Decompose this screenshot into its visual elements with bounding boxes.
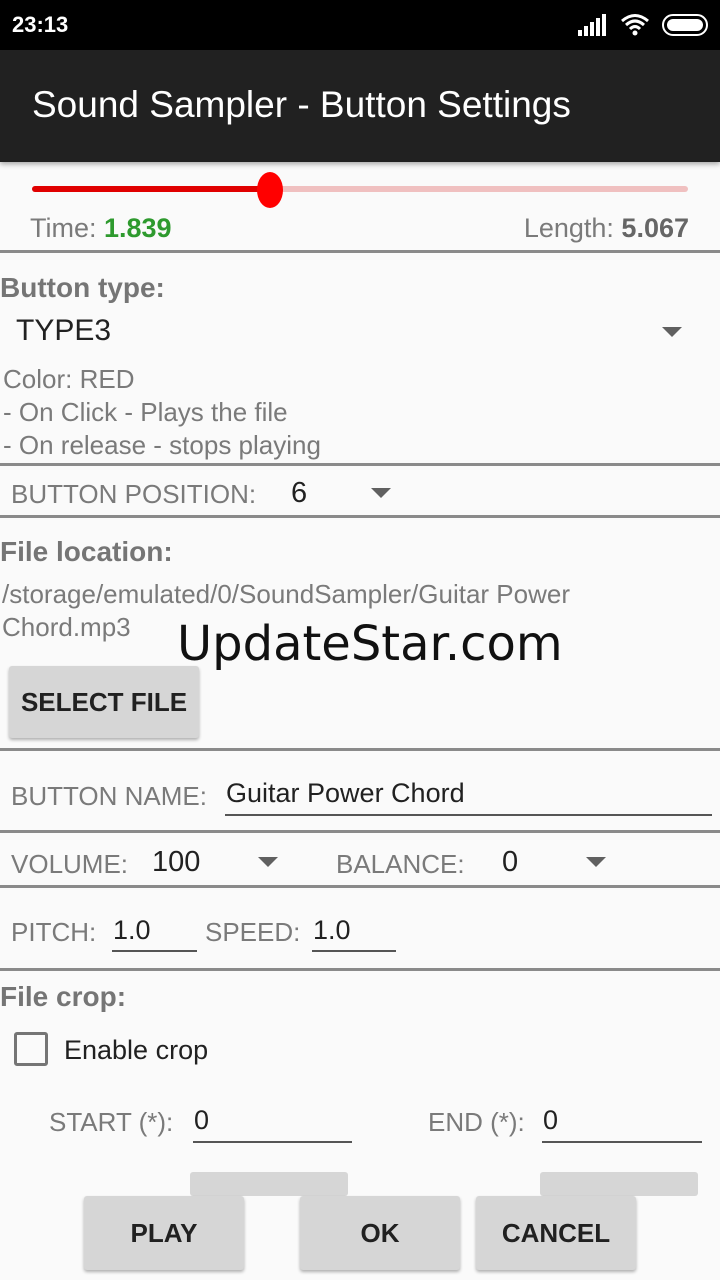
balance-value: 0 — [502, 846, 519, 878]
speed-input[interactable]: 1.0 — [313, 915, 351, 946]
speed-underline — [312, 950, 396, 952]
length-label: Length: — [523, 213, 622, 243]
chevron-down-icon — [662, 327, 682, 337]
button-type-on-click: - On Click - Plays the file — [3, 397, 288, 427]
time-value: 1.839 — [104, 213, 172, 243]
button-name-label: BUTTON NAME: — [11, 781, 207, 811]
divider — [0, 968, 720, 971]
seek-slider-progress — [32, 186, 270, 192]
seek-slider-thumb[interactable] — [257, 172, 283, 208]
pitch-input[interactable]: 1.0 — [113, 915, 151, 946]
divider — [0, 250, 720, 253]
volume-dropdown[interactable]: 100 — [145, 840, 285, 884]
button-position-label: BUTTON POSITION: — [11, 479, 257, 509]
volume-value: 100 — [152, 846, 201, 878]
status-bar: 23:13 — [0, 0, 720, 50]
crop-end-set-button[interactable] — [540, 1172, 698, 1196]
chevron-down-icon — [371, 488, 391, 498]
ok-button[interactable]: OK — [300, 1196, 460, 1270]
balance-dropdown[interactable]: 0 — [494, 840, 614, 884]
chevron-down-icon — [586, 857, 606, 867]
crop-end-label: END (*): — [428, 1107, 525, 1137]
divider — [0, 885, 720, 888]
app-bar: Sound Sampler - Button Settings — [0, 50, 720, 162]
length-readout: Length: 5.067 — [524, 213, 689, 244]
button-type-on-release: - On release - stops playing — [3, 430, 321, 460]
divider — [0, 830, 720, 833]
button-type-color: Color: RED — [3, 364, 135, 394]
file-path-line1: /storage/emulated/0/SoundSampler/Guitar … — [2, 579, 570, 609]
button-type-heading: Button type: — [0, 272, 165, 303]
button-type-value: TYPE3 — [16, 314, 112, 347]
volume-label: VOLUME: — [11, 849, 129, 879]
page-title: Sound Sampler - Button Settings — [32, 84, 571, 125]
balance-label: BALANCE: — [336, 849, 465, 879]
file-crop-heading: File crop: — [0, 981, 127, 1012]
button-name-input[interactable]: Guitar Power Chord — [226, 778, 465, 809]
file-path-line2: Chord.mp3 — [2, 612, 131, 642]
chevron-down-icon — [258, 857, 278, 867]
time-readout: Time: 1.839 — [30, 213, 172, 244]
pitch-underline — [112, 950, 197, 952]
divider — [0, 748, 720, 751]
time-label: Time: — [30, 213, 104, 243]
enable-crop-label[interactable]: Enable crop — [64, 1035, 208, 1066]
length-value: 5.067 — [621, 213, 689, 243]
play-button[interactable]: PLAY — [84, 1196, 244, 1270]
status-icons — [578, 12, 708, 38]
pitch-label: PITCH: — [11, 917, 97, 947]
battery-icon — [662, 14, 708, 36]
speed-label: SPEED: — [205, 917, 301, 947]
wifi-icon — [621, 14, 649, 36]
crop-start-underline — [193, 1141, 352, 1143]
crop-end-underline — [542, 1141, 702, 1143]
crop-start-label: START (*): — [49, 1107, 174, 1137]
cancel-button[interactable]: CANCEL — [476, 1196, 636, 1270]
button-type-dropdown[interactable]: TYPE3 — [0, 304, 720, 360]
divider — [0, 515, 720, 518]
watermark-text: UpdateStar.com — [177, 616, 563, 672]
signal-icon — [578, 14, 606, 36]
button-position-value: 6 — [291, 477, 308, 509]
select-file-button[interactable]: SELECT FILE — [9, 666, 199, 738]
button-name-underline — [225, 814, 712, 816]
crop-end-input[interactable]: 0 — [543, 1105, 558, 1136]
button-position-dropdown[interactable]: 6 — [282, 470, 402, 514]
divider — [0, 463, 720, 466]
status-time: 23:13 — [12, 12, 69, 37]
file-location-heading: File location: — [0, 536, 173, 567]
crop-start-input[interactable]: 0 — [194, 1105, 209, 1136]
crop-start-set-button[interactable] — [190, 1172, 348, 1196]
enable-crop-checkbox[interactable] — [14, 1032, 48, 1066]
